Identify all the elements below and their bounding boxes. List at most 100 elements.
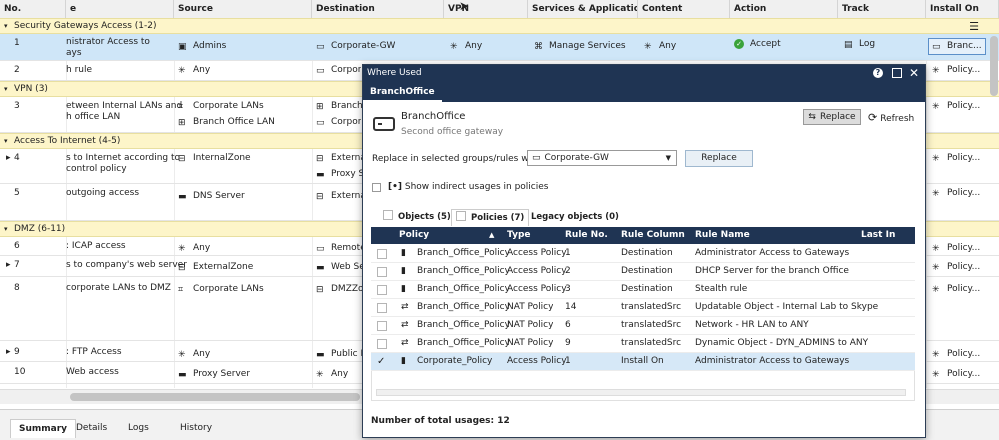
zone-icon: ⊟ — [316, 192, 324, 202]
replace-button[interactable]: Replace — [685, 150, 753, 167]
usages-grid-header: Policy ▲ Type Rule No. Rule Column Rule … — [371, 227, 915, 257]
collapse-icon[interactable]: ▾ — [4, 82, 8, 97]
network-group-icon: ⌗ — [178, 285, 184, 295]
server-icon: ▬ — [316, 170, 325, 180]
rule-name-cell: Administrator Access to Gateways — [695, 248, 850, 258]
col-type[interactable]: Type — [507, 227, 530, 244]
sort-up-icon[interactable]: ▲ — [489, 227, 494, 244]
col-rule-no[interactable]: Rule No. — [565, 227, 608, 244]
policy-cell: Branch_Office_Policy — [417, 248, 510, 258]
expand-icon[interactable]: ▸ — [6, 347, 11, 358]
type-cell: Access Policy — [507, 266, 567, 276]
col-action[interactable]: Action — [730, 0, 838, 18]
subtab-objects[interactable]: Objects (5) — [383, 209, 451, 225]
col-destination[interactable]: Destination — [312, 0, 444, 18]
any-icon: ✳ — [932, 66, 940, 76]
gateway-icon: ▭ — [316, 244, 325, 254]
rule-no-cell: 9 — [565, 338, 571, 348]
row-checkbox[interactable] — [377, 339, 387, 349]
row-checkbox[interactable] — [377, 303, 387, 313]
policy-cell: Branch_Office_Policy — [417, 338, 510, 348]
usage-row[interactable]: ▮ Branch_Office_Policy Access Policy 2 Desti… — [371, 263, 915, 281]
rule-column-cell: Destination — [621, 248, 673, 258]
maximize-icon[interactable] — [892, 68, 902, 78]
grid-horizontal-scrollbar[interactable] — [376, 389, 906, 396]
row-checkbox[interactable] — [377, 285, 387, 295]
usage-row[interactable]: ⇄ Branch_Office_Policy NAT Policy 14 transla… — [371, 299, 915, 317]
collapse-icon[interactable]: ▾ — [4, 222, 8, 237]
subtab-policies[interactable]: Policies (7) — [451, 209, 530, 226]
total-usages: Number of total usages: 12 — [371, 416, 510, 426]
col-no[interactable]: No. — [0, 0, 66, 18]
mouse-cursor-icon: ➤ — [459, 0, 470, 13]
col-install-on[interactable]: Install On — [926, 0, 999, 18]
col-vpn[interactable]: VPN — [444, 0, 528, 18]
rule-no-cell: 1 — [565, 248, 571, 258]
col-content[interactable]: Content — [638, 0, 730, 18]
zone-icon: ⊟ — [178, 154, 186, 164]
row-checkbox[interactable]: ✓ — [377, 353, 385, 370]
collapse-icon[interactable]: ▾ — [4, 19, 8, 34]
col-rule-column[interactable]: Rule Column — [621, 227, 685, 244]
menu-icon[interactable]: ☰ — [969, 19, 979, 34]
col-name[interactable]: e — [66, 0, 174, 18]
rule-no-cell: 3 — [565, 284, 571, 294]
col-policy[interactable]: Policy — [399, 227, 429, 244]
indirect-usages-checkbox[interactable] — [372, 183, 381, 192]
row-checkbox[interactable] — [377, 267, 387, 277]
refresh-button[interactable]: ⟳ Refresh — [868, 111, 914, 124]
section-security-gateways[interactable]: ▾ Security Gateways Access (1-2) ☰ — [0, 18, 999, 34]
network-group-icon: ⌗ — [178, 102, 184, 112]
usage-row[interactable]: ⇄ Branch_Office_Policy NAT Policy 9 translat… — [371, 335, 915, 353]
service-group-icon: ⌘ — [534, 42, 543, 52]
any-icon: ✳ — [932, 263, 940, 273]
usage-row[interactable]: ⇄ Branch_Office_Policy NAT Policy 6 translat… — [371, 317, 915, 335]
any-icon: ✳ — [932, 370, 940, 380]
zone-icon: ⊟ — [316, 154, 324, 164]
col-services[interactable]: Services & Applications — [528, 0, 638, 18]
help-icon[interactable]: ? — [873, 68, 883, 78]
rule-name-cell: Stealth rule — [695, 284, 748, 294]
replace-toolbar-button[interactable]: ⇆ Replace — [803, 109, 861, 125]
any-icon: ✳ — [932, 244, 940, 254]
expand-icon[interactable]: ▸ — [6, 260, 11, 271]
collapse-icon[interactable]: ▾ — [4, 134, 8, 149]
server-icon: ▬ — [316, 263, 325, 273]
any-icon: ✳ — [178, 66, 186, 76]
col-source[interactable]: Source — [174, 0, 312, 18]
subtab-legacy-objects[interactable]: Legacy objects (0) — [531, 209, 619, 225]
replace-with-dropdown[interactable]: ▭ Corporate-GW ▼ — [527, 150, 677, 166]
indirect-usages-label: [•] Show indirect usages in policies — [388, 182, 549, 192]
nat-policy-icon: ⇄ — [401, 302, 409, 312]
expand-icon[interactable]: ▸ — [6, 153, 11, 164]
access-policy-icon: ▮ — [401, 356, 406, 366]
tab-summary[interactable]: Summary — [10, 419, 77, 438]
chevron-down-icon: ▼ — [665, 154, 671, 162]
tab-details[interactable]: Details — [76, 419, 107, 437]
usage-row[interactable]: ▮ Branch_Office_Policy Access Policy 1 Desti… — [371, 245, 915, 263]
tab-branchoffice[interactable]: BranchOffice — [363, 82, 442, 102]
dialog-tab-strip: BranchOffice — [363, 82, 925, 102]
indirect-icon: [•] — [388, 182, 402, 192]
nat-policy-icon: ⇄ — [401, 320, 409, 330]
col-rule-name[interactable]: Rule Name — [695, 227, 750, 244]
any-icon: ✳ — [932, 154, 940, 164]
vertical-scrollbar-thumb[interactable] — [990, 36, 998, 96]
tab-history[interactable]: History — [180, 419, 212, 437]
close-icon[interactable]: ✕ — [909, 65, 919, 82]
gateway-icon — [373, 117, 395, 131]
object-name: BranchOffice — [401, 111, 466, 122]
row-checkbox[interactable] — [377, 249, 387, 259]
usage-row[interactable]: ✓ ▮ Corporate_Policy Access Policy 1 Install … — [371, 353, 915, 371]
rule-row-1[interactable]: 1 nistrator Access to ays ▣ Admins ▭ Corpo… — [0, 34, 999, 61]
policy-cell: Branch_Office_Policy — [417, 320, 510, 330]
any-icon: ✳ — [178, 244, 186, 254]
gateway-icon: ▭ — [932, 42, 941, 52]
scrollbar-thumb[interactable] — [70, 393, 360, 401]
usage-row[interactable]: ▮ Branch_Office_Policy Access Policy 3 Desti… — [371, 281, 915, 299]
row-checkbox[interactable] — [377, 321, 387, 331]
col-track[interactable]: Track — [838, 0, 926, 18]
zone-icon: ⊟ — [178, 263, 186, 273]
rule-column-cell: Destination — [621, 266, 673, 276]
tab-logs[interactable]: Logs — [128, 419, 149, 437]
